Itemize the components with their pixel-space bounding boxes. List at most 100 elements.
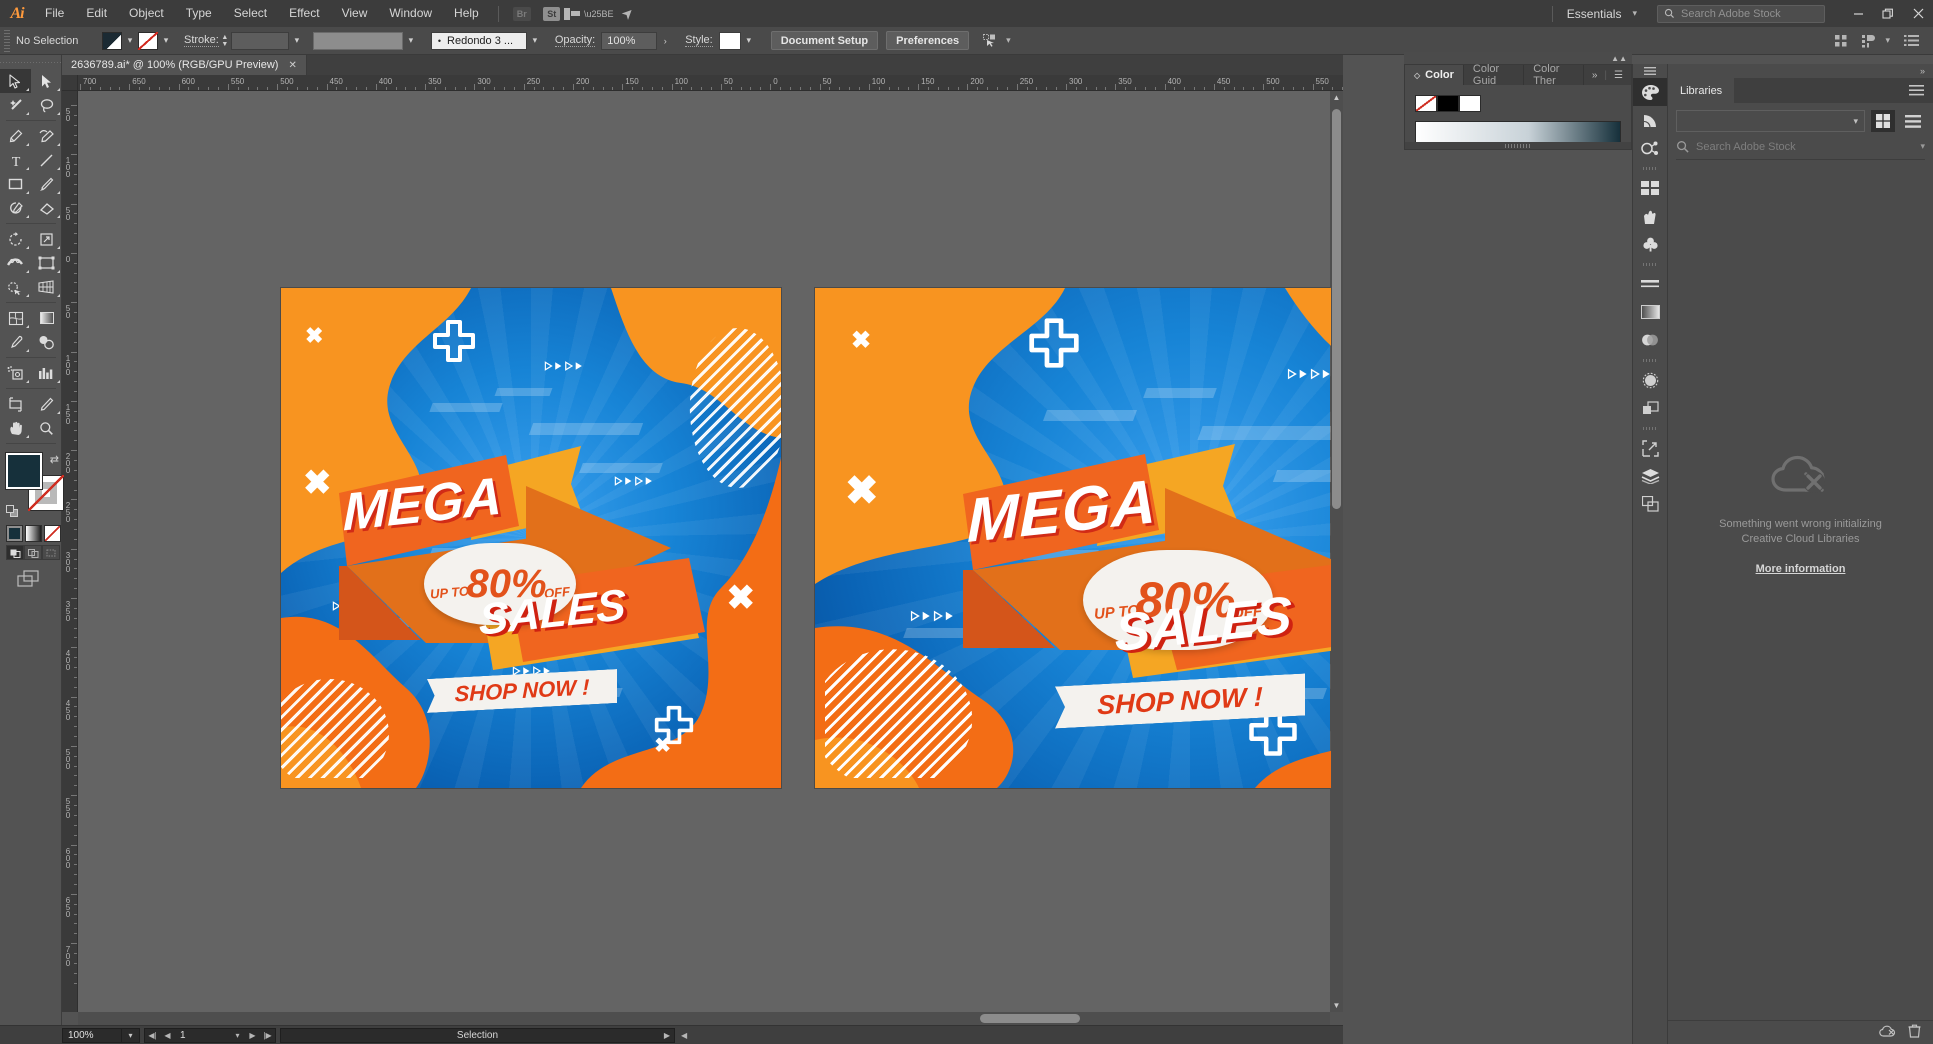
status-expand-icon[interactable]: ◀ xyxy=(681,1031,687,1040)
tool-rotate[interactable] xyxy=(0,227,31,251)
tool-blend[interactable] xyxy=(31,330,62,354)
draw-normal-button[interactable] xyxy=(6,545,24,560)
scroll-up-icon[interactable]: ▲ xyxy=(1330,91,1343,104)
scroll-down-icon[interactable]: ▼ xyxy=(1330,999,1343,1012)
none-mode-button[interactable] xyxy=(44,525,61,542)
panel-icon-graphic-styles[interactable] xyxy=(1633,394,1667,422)
tool-width[interactable] xyxy=(0,251,31,275)
libraries-menu-icon[interactable] xyxy=(1909,78,1933,103)
stroke-weight-stepper[interactable]: ▲ ▼ xyxy=(219,32,231,50)
rocket-icon[interactable]: ➤ xyxy=(613,3,643,24)
select-similar-button[interactable]: ▾ xyxy=(983,34,1011,47)
swatch-white[interactable] xyxy=(1459,95,1481,112)
tool-shaper[interactable] xyxy=(0,196,31,220)
tool-free-transform[interactable] xyxy=(31,251,62,275)
libraries-collapse-bar[interactable]: » xyxy=(1668,64,1933,78)
bridge-icon[interactable]: Br xyxy=(509,4,535,24)
fill-dropdown[interactable]: ▾ xyxy=(122,32,138,50)
stroke-dropdown[interactable]: ▾ xyxy=(158,32,174,50)
menu-select[interactable]: Select xyxy=(223,0,278,27)
opacity-label[interactable]: Opacity: xyxy=(554,34,596,47)
menu-effect[interactable]: Effect xyxy=(278,0,330,27)
menu-object[interactable]: Object xyxy=(118,0,175,27)
close-button[interactable] xyxy=(1903,0,1933,27)
next-artboard-button[interactable]: ▶ xyxy=(245,1028,260,1043)
tool-eraser[interactable] xyxy=(31,196,62,220)
tool-lasso[interactable] xyxy=(31,93,62,117)
stroke-label[interactable]: Stroke: xyxy=(184,34,219,47)
tool-pen[interactable] xyxy=(0,124,31,148)
fill-swatch[interactable] xyxy=(102,31,122,50)
document-setup-button[interactable]: Document Setup xyxy=(770,31,879,50)
tool-type[interactable]: T xyxy=(0,148,31,172)
library-select[interactable]: ▾ xyxy=(1676,110,1865,132)
gradient-mode-button[interactable] xyxy=(25,525,42,542)
graphic-style-dropdown[interactable]: ▾ xyxy=(741,32,757,50)
tool-magic-wand[interactable] xyxy=(0,93,31,117)
horizontal-scroll-thumb[interactable] xyxy=(980,1014,1080,1023)
font-family-field[interactable]: • Redondo 3 ... xyxy=(430,31,527,50)
graphic-style-swatch[interactable] xyxy=(718,31,741,50)
list-view-button[interactable] xyxy=(1901,110,1925,132)
tool-line-segment[interactable] xyxy=(31,148,62,172)
stock-search-input[interactable]: Search Adobe Stock xyxy=(1657,4,1825,23)
tool-paintbrush[interactable] xyxy=(31,172,62,196)
tool-direct-selection[interactable] xyxy=(31,69,62,93)
menu-file[interactable]: File xyxy=(34,0,75,27)
align-panel-icon[interactable] xyxy=(1834,34,1848,48)
opacity-field[interactable]: 100% xyxy=(601,31,658,50)
status-indicator[interactable]: Selection ▶ xyxy=(280,1027,675,1043)
libraries-delete-icon[interactable] xyxy=(1908,1024,1921,1041)
first-artboard-button[interactable]: ◀| xyxy=(145,1028,160,1043)
panel-icon-export[interactable] xyxy=(1633,434,1667,462)
control-bar-menu-icon[interactable] xyxy=(1904,34,1919,47)
close-tab-icon[interactable]: ✕ xyxy=(288,60,296,71)
vertical-ruler[interactable]: 5 0 1 0 0 5 0 0 5 0 1 0 0 1 5 0 2 0 0 2 5 0 3 0 0… xyxy=(62,91,78,1012)
preferences-button[interactable]: Preferences xyxy=(886,31,970,50)
tool-curvature[interactable] xyxy=(31,124,62,148)
icon-strip-collapse[interactable] xyxy=(1633,64,1667,78)
tool-slice[interactable] xyxy=(31,392,62,416)
stroke-weight-dropdown[interactable]: ▾ xyxy=(289,32,305,50)
menu-help[interactable]: Help xyxy=(443,0,490,27)
tool-scale[interactable] xyxy=(31,227,62,251)
libraries-sync-icon[interactable] xyxy=(1879,1025,1896,1041)
color-panel-overflow-icon[interactable]: » xyxy=(1592,70,1598,81)
artboard-number-field[interactable]: 1 xyxy=(175,1030,230,1041)
color-panel-resize-grip[interactable] xyxy=(1405,142,1631,149)
panel-icon-brushes[interactable] xyxy=(1633,202,1667,230)
ruler-corner[interactable] xyxy=(62,75,78,91)
panel-icon-color[interactable] xyxy=(1633,78,1667,106)
panel-icon-transparency[interactable] xyxy=(1633,326,1667,354)
draw-behind-button[interactable] xyxy=(24,545,42,560)
opacity-options[interactable]: › xyxy=(657,32,673,50)
stroke-weight-field[interactable] xyxy=(230,31,289,50)
tool-symbol-sprayer[interactable] xyxy=(0,361,31,385)
color-panel-menu-icon[interactable]: ☰ xyxy=(1614,70,1623,81)
swatch-black[interactable] xyxy=(1437,95,1459,112)
horizontal-ruler[interactable]: 700 650 600 550 500 450 400 350 300 250 200 150 100 5… xyxy=(62,75,1343,91)
workspace-switcher[interactable]: Essentials ▾ xyxy=(1561,7,1643,21)
style-label[interactable]: Style: xyxy=(685,34,713,47)
last-artboard-button[interactable]: |▶ xyxy=(260,1028,275,1043)
arrange-documents-icon[interactable]: \u25BE xyxy=(563,4,614,24)
tool-gradient[interactable] xyxy=(31,306,62,330)
fill-color-box[interactable] xyxy=(6,453,42,489)
panel-icon-stroke[interactable] xyxy=(1633,270,1667,298)
transform-panel-icon[interactable]: ▾ xyxy=(1862,34,1890,48)
menu-view[interactable]: View xyxy=(331,0,379,27)
tool-zoom[interactable] xyxy=(31,416,62,440)
artboard-2[interactable]: ✖ ✖ ✖ ✖ xyxy=(815,288,1331,788)
tab-color[interactable]: ◇ Color xyxy=(1405,65,1464,85)
status-menu-icon[interactable]: ▶ xyxy=(664,1031,670,1040)
stroke-profile-dropdown[interactable]: ▾ xyxy=(403,32,419,50)
tool-selection[interactable] xyxy=(0,69,31,93)
color-ramp[interactable] xyxy=(1415,121,1621,143)
panel-icon-artboards[interactable] xyxy=(1633,490,1667,518)
color-panel-collapse-bar[interactable]: ▲▲ xyxy=(1404,52,1632,64)
tab-color-guide[interactable]: Color Guid xyxy=(1464,63,1525,87)
panel-icon-color-guide[interactable] xyxy=(1633,106,1667,134)
canvas-vertical-scrollbar[interactable]: ▲ ▼ xyxy=(1330,91,1343,1012)
control-bar-grip[interactable] xyxy=(4,29,10,52)
grid-view-button[interactable] xyxy=(1871,110,1895,132)
